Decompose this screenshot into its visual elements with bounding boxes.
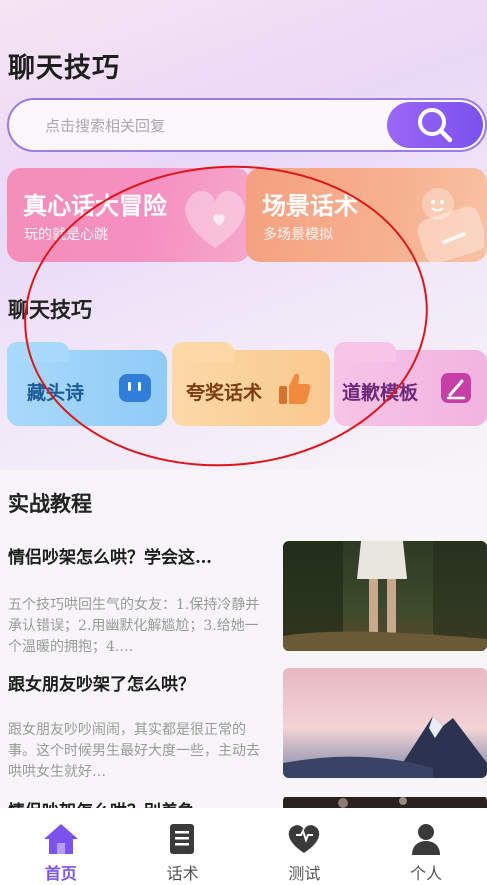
person-icon: [412, 824, 441, 855]
pencil-icon: [441, 373, 471, 403]
smiley-decoration-icon: [417, 188, 484, 262]
article-thumbnail: [283, 541, 487, 651]
page-title: 聊天技巧: [8, 53, 120, 84]
tab-label: 测试: [288, 864, 321, 883]
search-bar[interactable]: [7, 98, 487, 152]
article-thumbnail: [283, 668, 487, 778]
section-title-tutorials: 实战教程: [8, 491, 92, 516]
document-icon: [169, 824, 194, 854]
bottom-tab-bar: 首页 话术 测试 个人: [0, 808, 487, 885]
article-title: 情侣吵架怎么哄？学会这…: [8, 548, 212, 568]
search-button[interactable]: [387, 102, 483, 148]
tab-label: 话术: [166, 864, 199, 883]
article-thumbnail: [283, 797, 487, 808]
article-item[interactable]: 情侣吵架怎么哄？别着急…: [0, 797, 487, 808]
article-title: 情侣吵架怎么哄？别着急…: [8, 797, 268, 808]
tab-label: 首页: [44, 864, 77, 883]
article-description: 五个技巧哄回生气的女友：1.保持冷静并承认错误；2.用幽默化解尴尬；3.给她一个…: [8, 597, 260, 655]
tab-test[interactable]: 测试: [244, 808, 366, 885]
article-item[interactable]: 情侣吵架怎么哄？学会这… 五个技巧哄回生气的女友：1.保持冷静并承认错误；2.用…: [0, 541, 487, 663]
search-input[interactable]: [45, 114, 375, 138]
home-icon: [43, 824, 78, 854]
tab-label: 个人: [410, 864, 443, 883]
article-item[interactable]: 跟女朋友吵架了怎么哄？ 跟女朋友吵吵闹闹，其实都是很正常的事。这个时候男生最好大…: [0, 668, 487, 790]
article-description: 跟女朋友吵吵闹闹，其实都是很正常的事。这个时候男生最好大度一些，主动去哄哄女生就…: [8, 722, 260, 780]
heart-icon: [289, 825, 320, 853]
tab-scripts[interactable]: 话术: [122, 808, 244, 885]
tab-home[interactable]: 首页: [0, 808, 122, 885]
tab-profile[interactable]: 个人: [365, 808, 487, 885]
search-icon: [418, 108, 453, 143]
article-title: 跟女朋友吵架了怎么哄？: [8, 675, 195, 695]
